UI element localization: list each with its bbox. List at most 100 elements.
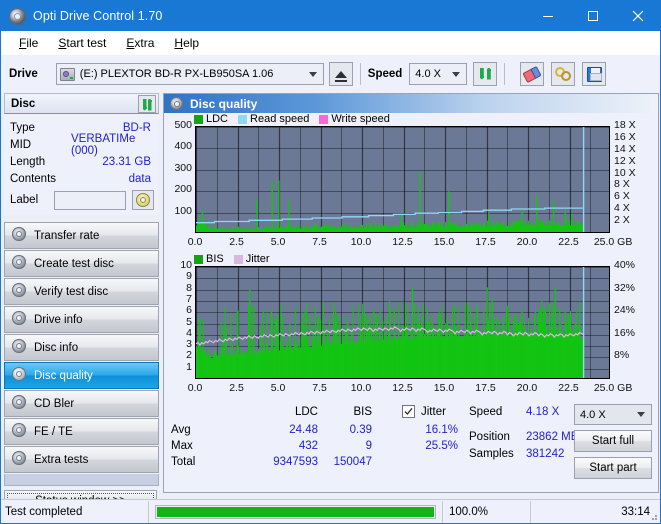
test-speed-select-value: 4.0 X — [580, 408, 606, 421]
cd-disc-icon — [12, 395, 26, 412]
sidebar-item-fe-te[interactable]: FE / TE — [4, 418, 159, 445]
close-icon[interactable] — [615, 1, 660, 31]
y-tick-label: 100 — [174, 204, 192, 217]
y2-tick-label: 4 X — [614, 202, 630, 215]
jitter-avg-value: 16.1% — [425, 424, 458, 436]
speed-label: Speed — [367, 68, 403, 80]
test-speed-select[interactable]: 4.0 X — [574, 404, 652, 425]
jitter-checkbox[interactable] — [402, 405, 415, 418]
disc-label-input[interactable] — [54, 190, 126, 210]
legend-swatch — [233, 254, 243, 264]
eject-button[interactable] — [328, 62, 353, 86]
stats-area: LDC BIS Avg 24.48 0.39 Max 432 9 Total 9… — [164, 404, 658, 490]
refresh-button[interactable] — [473, 62, 498, 86]
speed-select[interactable]: 4.0 X — [409, 63, 468, 85]
sidebar-item-cd-bler[interactable]: CD Bler — [4, 390, 159, 417]
y-tick-label: 9 — [186, 270, 192, 283]
eject-icon — [334, 70, 347, 82]
x-tick-label: 7.5 — [312, 382, 327, 394]
save-button[interactable] — [582, 62, 607, 86]
y-tick-label: 8 — [186, 281, 192, 294]
cd-disc-icon — [170, 97, 183, 110]
stats-row-total-label: Total — [171, 456, 196, 468]
refresh-icon — [141, 98, 154, 111]
y-tick-label: 3 — [186, 338, 192, 351]
window-title: Opti Drive Control 1.70 — [33, 9, 163, 23]
x-tick-label: 2.5 — [229, 236, 244, 248]
minimize-icon[interactable] — [525, 1, 570, 31]
app-cd-disc-icon — [9, 7, 26, 25]
y-tick-label: 7 — [186, 292, 192, 305]
main-body: Disc Type BD-R MID VERBATIMe (000) Lengt… — [1, 93, 660, 511]
sidebar-item-extra-tests[interactable]: Extra tests — [4, 446, 159, 473]
stats-total-bis: 150047 — [333, 456, 372, 468]
maximize-icon[interactable] — [570, 1, 615, 31]
cd-disc-icon — [12, 339, 26, 356]
y2-tick-label: 14 X — [614, 142, 636, 155]
legend-label: LDC — [206, 113, 229, 125]
disc-contents-value: data — [128, 172, 151, 185]
disc-mid-label: MID — [10, 138, 32, 151]
chevron-down-icon — [308, 71, 317, 77]
x-tick-label: 10.0 — [350, 382, 372, 394]
sidebar-item-disc-quality[interactable]: Disc quality — [4, 362, 159, 389]
ldc-chart-legend: LDC Read speed Write speed — [194, 113, 396, 125]
stats-row-avg-label: Avg — [171, 424, 191, 436]
sidebar-item-label: Create test disc — [34, 257, 114, 270]
erase-button[interactable] — [520, 62, 545, 86]
y-tick-label: 4 — [186, 326, 192, 339]
resize-grip-icon[interactable] — [648, 511, 658, 521]
nav-spacer — [4, 474, 159, 486]
menu-bar: File Start test Extra Help — [1, 31, 660, 55]
left-panel: Disc Type BD-R MID VERBATIMe (000) Lengt… — [4, 93, 159, 511]
sidebar-item-label: Disc quality — [34, 369, 93, 382]
progress-bar — [155, 504, 436, 519]
disc-refresh-button[interactable] — [138, 95, 156, 113]
y2-tick-label: 8% — [614, 349, 630, 362]
start-full-label: Start full — [591, 435, 635, 447]
start-part-button[interactable]: Start part — [574, 457, 652, 479]
x-tick-label: 10.0 — [350, 236, 372, 248]
start-full-button[interactable]: Start full — [574, 430, 652, 452]
start-part-label: Start part — [589, 462, 637, 474]
legend-swatch — [194, 114, 203, 124]
nav-list: Transfer rate Create test disc Verify te… — [4, 222, 159, 473]
x-tick-label: 7.5 — [312, 236, 327, 248]
sidebar-item-create-test-disc[interactable]: Create test disc — [4, 250, 159, 277]
stats-total-ldc: 9347593 — [273, 456, 318, 468]
cd-disc-icon — [12, 255, 26, 272]
sidebar-item-disc-info[interactable]: Disc info — [4, 334, 159, 361]
menu-file-rest: ile — [26, 36, 39, 50]
legend-item: LDC — [194, 113, 228, 125]
legend-swatch — [238, 114, 248, 124]
sidebar-item-drive-info[interactable]: Drive info — [4, 306, 159, 333]
x-tick-label: 0.0 — [187, 382, 203, 394]
window-controls — [525, 1, 660, 31]
rings-button[interactable] — [551, 62, 576, 86]
disc-label-button[interactable] — [132, 190, 154, 210]
elapsed-time: 33:14 — [530, 500, 660, 523]
x-tick-label: 20.0 — [516, 382, 538, 394]
x-tick-label: 15.0 — [433, 236, 455, 248]
cd-disc-icon — [12, 311, 26, 328]
menu-help[interactable]: Help — [164, 31, 209, 55]
disc-panel-header: Disc — [4, 93, 159, 114]
menu-extra[interactable]: Extra — [116, 31, 164, 55]
sidebar-item-transfer-rate[interactable]: Transfer rate — [4, 222, 159, 249]
y2-tick-label: 10 X — [614, 166, 636, 179]
legend-label: Read speed — [250, 113, 310, 125]
disc-row-label: Label — [10, 189, 157, 211]
status-bar: Test completed 100.0% 33:14 — [1, 499, 660, 523]
drive-select[interactable]: (E:) PLEXTOR BD-R PX-LB950SA 1.06 — [55, 63, 324, 85]
y2-tick-label: 24% — [614, 304, 636, 317]
cd-disc-icon — [136, 193, 150, 207]
sidebar-item-verify-test-disc[interactable]: Verify test disc — [4, 278, 159, 305]
legend-swatch — [194, 254, 203, 264]
jitter-label: Jitter — [421, 405, 446, 418]
jitter-toggle[interactable]: Jitter — [402, 405, 446, 418]
menu-start-test[interactable]: Start test — [48, 31, 116, 55]
x-tick-label: 5.0 — [270, 382, 286, 394]
progress-container — [149, 501, 442, 523]
menu-file[interactable]: File — [9, 31, 48, 55]
refresh-icon — [478, 67, 493, 82]
